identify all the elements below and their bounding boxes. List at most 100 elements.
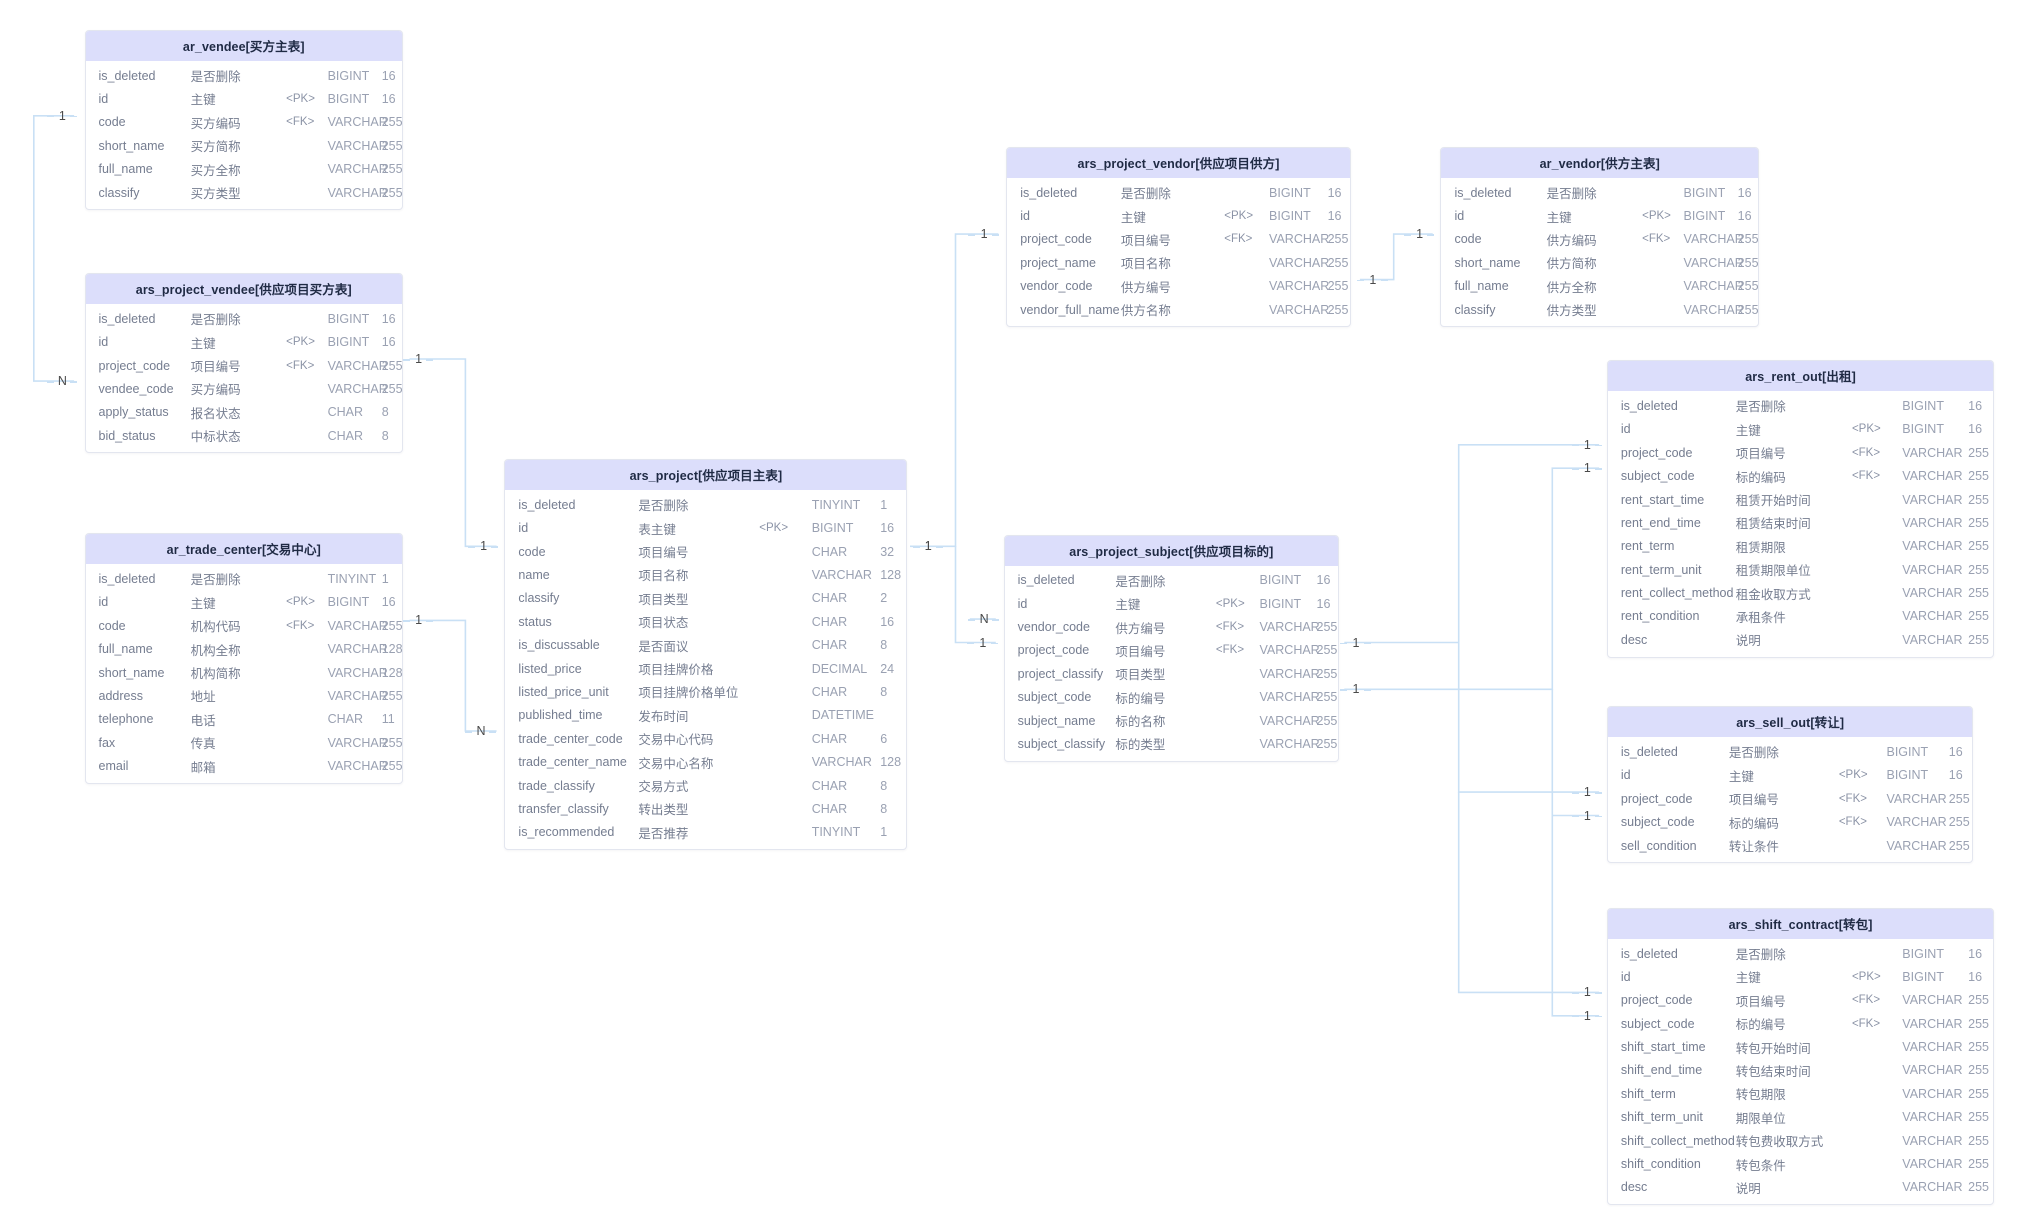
entity-ars_rent_out[interactable]: ars_rent_out[出租] is_deleted 是否删除 BIGINT 16 id… [1606,360,1995,658]
column-row[interactable]: classify 供方类型 VARCHAR 255 [1441,298,1758,321]
column-row[interactable]: short_name 机构简称 VARCHAR 128 [86,661,403,684]
column-row[interactable]: rent_term_unit 租赁期限单位 VARCHAR 255 [1608,558,1993,581]
column-row[interactable]: is_discussable 是否面议 CHAR 8 [505,633,906,656]
column-row[interactable]: classify 买方类型 VARCHAR 255 [86,181,403,204]
column-row[interactable]: subject_code 标的编码 <FK> VARCHAR 255 [1608,810,1973,833]
column-row[interactable]: id 主键 <PK> BIGINT 16 [86,331,403,354]
column-row[interactable]: short_name 买方简称 VARCHAR 255 [86,134,403,157]
column-row[interactable]: code 买方编码 <FK> VARCHAR 255 [86,111,403,134]
column-row[interactable]: classify 项目类型 CHAR 2 [505,587,906,610]
column-row[interactable]: subject_code 标的编号 <FK> VARCHAR 255 [1608,1012,1993,1035]
column-row[interactable]: is_deleted 是否删除 BIGINT 16 [86,307,403,330]
column-row[interactable]: id 主键 <PK> BIGINT 16 [1608,418,1993,441]
column-row[interactable]: name 项目名称 VARCHAR 128 [505,563,906,586]
column-row[interactable]: transfer_classify 转出类型 CHAR 8 [505,797,906,820]
column-row[interactable]: subject_name 标的名称 VARCHAR 255 [1005,709,1338,732]
column-name: id [98,335,109,350]
column-row[interactable]: id 主键 <PK> BIGINT 16 [1005,592,1338,615]
column-row[interactable]: trade_center_code 交易中心代码 CHAR 6 [505,727,906,750]
column-row[interactable]: bid_status 中标状态 CHAR 8 [86,424,403,447]
column-row[interactable]: id 主键 <PK> BIGINT 16 [86,591,403,614]
entity-ars_project_subject[interactable]: ars_project_subject[供应项目标的] is_deleted 是否删… [1003,534,1340,762]
column-row[interactable]: is_deleted 是否删除 TINYINT 1 [86,567,403,590]
column-row[interactable]: desc 说明 VARCHAR 255 [1608,1176,1993,1199]
column-row[interactable]: rent_start_time 租赁开始时间 VARCHAR 255 [1608,488,1993,511]
column-row[interactable]: telephone 电话 CHAR 11 [86,708,403,731]
column-row[interactable]: is_deleted 是否删除 BIGINT 16 [1441,181,1758,204]
column-key: <FK> [286,116,315,129]
column-row[interactable]: is_recommended 是否推荐 TINYINT 1 [505,821,906,844]
column-row[interactable]: project_code 项目编号 <FK> VARCHAR 255 [1007,228,1350,251]
column-row[interactable]: id 表主键 <PK> BIGINT 16 [505,517,906,540]
column-row[interactable]: vendee_code 买方编码 VARCHAR 255 [86,377,403,400]
column-row[interactable]: shift_end_time 转包结束时间 VARCHAR 255 [1608,1059,1993,1082]
column-row[interactable]: id 主键 <PK> BIGINT 16 [1007,204,1350,227]
column-row[interactable]: id 主键 <PK> BIGINT 16 [1608,965,1993,988]
column-row[interactable]: project_code 项目编号 <FK> VARCHAR 255 [1608,989,1993,1012]
column-row[interactable]: shift_collect_method 转包费收取方式 VARCHAR 255 [1608,1129,1993,1152]
column-row[interactable]: trade_center_name 交易中心名称 VARCHAR 128 [505,750,906,773]
column-row[interactable]: rent_condition 承租条件 VARCHAR 255 [1608,605,1993,628]
entity-title: ars_project_subject[供应项目标的] [1004,535,1339,566]
column-len: 24 [880,661,895,676]
column-row[interactable]: id 主键 <PK> BIGINT 16 [86,87,403,110]
column-row[interactable]: vendor_full_name 供方名称 VARCHAR 255 [1007,298,1350,321]
column-row[interactable]: project_classify 项目类型 VARCHAR 255 [1005,662,1338,685]
column-row[interactable]: is_deleted 是否删除 BIGINT 16 [1608,394,1993,417]
column-row[interactable]: address 地址 VARCHAR 255 [86,684,403,707]
column-row[interactable]: code 供方编码 <FK> VARCHAR 255 [1441,228,1758,251]
column-row[interactable]: rent_term 租赁期限 VARCHAR 255 [1608,535,1993,558]
entity-ars_project_vendor[interactable]: ars_project_vendor[供应项目供方] is_deleted 是否删除… [1006,146,1351,328]
column-row[interactable]: apply_status 报名状态 CHAR 8 [86,401,403,424]
column-row[interactable]: short_name 供方简称 VARCHAR 255 [1441,251,1758,274]
column-row[interactable]: project_code 项目编号 <FK> VARCHAR 255 [1608,787,1973,810]
column-row[interactable]: full_name 机构全称 VARCHAR 128 [86,637,403,660]
column-row[interactable]: project_code 项目编号 <FK> VARCHAR 255 [1005,639,1338,662]
column-row[interactable]: fax 传真 VARCHAR 255 [86,731,403,754]
column-row[interactable]: code 项目编号 CHAR 32 [505,540,906,563]
column-row[interactable]: rent_collect_method 租金收取方式 VARCHAR 255 [1608,581,1993,604]
column-row[interactable]: shift_term_unit 期限单位 VARCHAR 255 [1608,1106,1993,1129]
column-row[interactable]: published_time 发布时间 DATETIME [505,704,906,727]
column-row[interactable]: sell_condition 转让条件 VARCHAR 255 [1608,834,1973,857]
column-row[interactable]: rent_end_time 租赁结束时间 VARCHAR 255 [1608,511,1993,534]
column-row[interactable]: full_name 供方全称 VARCHAR 255 [1441,275,1758,298]
entity-ars_sell_out[interactable]: ars_sell_out[转让] is_deleted 是否删除 BIGINT 16 id… [1606,706,1974,864]
column-row[interactable]: desc 说明 VARCHAR 255 [1608,628,1993,651]
column-row[interactable]: code 机构代码 <FK> VARCHAR 255 [86,614,403,637]
column-cn: 项目挂牌价格单位 [638,686,739,701]
column-row[interactable]: status 项目状态 CHAR 16 [505,610,906,633]
column-row[interactable]: is_deleted 是否删除 BIGINT 16 [1005,569,1338,592]
column-type: VARCHAR [1886,815,1947,830]
entity-ar_vendee[interactable]: ar_vendee[买方主表] is_deleted 是否删除 BIGINT 16 id 主… [84,29,404,211]
column-row[interactable]: subject_code 标的编号 VARCHAR 255 [1005,686,1338,709]
column-row[interactable]: is_deleted 是否删除 BIGINT 16 [1608,740,1973,763]
column-row[interactable]: is_deleted 是否删除 BIGINT 16 [86,64,403,87]
entity-ars_project[interactable]: ars_project[供应项目主表] is_deleted 是否删除 TINYINT… [504,459,908,850]
entity-ar_vendor[interactable]: ar_vendor[供方主表] is_deleted 是否删除 BIGINT 16 id 主… [1440,146,1759,328]
column-row[interactable]: vendor_code 供方编号 <FK> VARCHAR 255 [1005,615,1338,638]
column-row[interactable]: project_code 项目编号 <FK> VARCHAR 255 [1608,441,1993,464]
column-row[interactable]: is_deleted 是否删除 TINYINT 1 [505,493,906,516]
column-row[interactable]: shift_term 转包期限 VARCHAR 255 [1608,1082,1993,1105]
column-row[interactable]: listed_price项目挂牌价格DECIMAL246 [505,657,906,680]
entity-ars_project_vendee[interactable]: ars_project_vendee[供应项目买方表] is_deleted 是否删… [84,273,404,454]
column-row[interactable]: subject_classify 标的类型 VARCHAR 255 [1005,732,1338,755]
column-row[interactable]: is_deleted 是否删除 BIGINT 16 [1007,181,1350,204]
column-len: 255 [1968,1180,1990,1195]
column-row[interactable]: shift_condition 转包条件 VARCHAR 255 [1608,1152,1993,1175]
column-row[interactable]: id 主键 <PK> BIGINT 16 [1608,764,1973,787]
column-row[interactable]: is_deleted 是否删除 BIGINT 16 [1608,942,1993,965]
column-row[interactable]: email 邮箱 VARCHAR 255 [86,754,403,777]
column-row[interactable]: subject_code 标的编码 <FK> VARCHAR 255 [1608,464,1993,487]
column-row[interactable]: listed_price_unit 项目挂牌价格单位 CHAR 8 [505,680,906,703]
column-row[interactable]: shift_start_time 转包开始时间 VARCHAR 255 [1608,1035,1993,1058]
column-row[interactable]: full_name 买方全称 VARCHAR 255 [86,157,403,180]
entity-ars_shift_contract[interactable]: ars_shift_contract[转包] is_deleted 是否删除 BIGI… [1606,907,1995,1206]
column-row[interactable]: trade_classify 交易方式 CHAR 8 [505,774,906,797]
column-row[interactable]: vendor_code 供方编号 VARCHAR 255 [1007,275,1350,298]
column-row[interactable]: id 主键 <PK> BIGINT 16 [1441,204,1758,227]
column-row[interactable]: project_name 项目名称 VARCHAR 255 [1007,251,1350,274]
column-row[interactable]: project_code 项目编号 <FK> VARCHAR 255 [86,354,403,377]
entity-ar_trade_center[interactable]: ar_trade_center[交易中心] is_deleted 是否删除 TINYI… [84,533,404,784]
